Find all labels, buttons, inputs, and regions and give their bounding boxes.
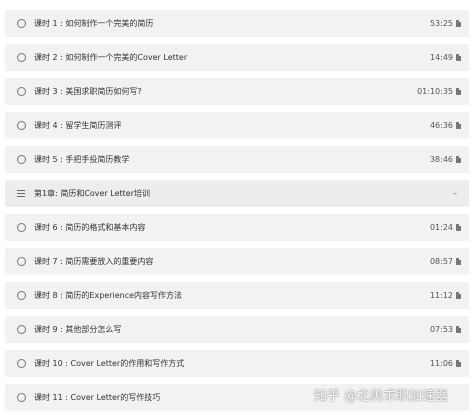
list-icon (17, 190, 25, 197)
circle-icon (17, 325, 26, 334)
circle-icon (17, 53, 26, 62)
lesson-row[interactable]: 课时 2 : 如何制作一个完美的Cover Letter 14:49 (5, 44, 469, 71)
document-icon (456, 122, 461, 129)
lesson-row[interactable]: 课时 9 : 其他部分怎么写 07:53 (5, 316, 469, 343)
document-icon (456, 20, 461, 27)
lesson-duration: 08:57 (429, 257, 453, 266)
lesson-duration: 01:10:35 (417, 87, 453, 96)
chapter-title: 第1章: 简历和Cover Letter培训 (34, 189, 151, 198)
lesson-title: 课时 10 : Cover Letter的作用和写作方式 (34, 359, 185, 368)
watermark: 知乎 @北美求职加速器 (314, 389, 449, 404)
lesson-duration: 01:24 (429, 223, 453, 232)
document-icon (456, 292, 461, 299)
document-icon (456, 326, 461, 333)
document-icon (456, 156, 461, 163)
lesson-row[interactable]: 课时 8 : 简历的Experience内容写作方法 11:12 (5, 282, 469, 309)
circle-icon (17, 393, 26, 402)
lesson-row[interactable]: 课时 1 : 如何制作一个完美的简历 53:25 (5, 10, 469, 37)
lesson-duration: 07:53 (429, 325, 453, 334)
circle-icon (17, 121, 26, 130)
circle-icon (17, 155, 26, 164)
lesson-duration: 14:49 (429, 53, 453, 62)
lesson-row[interactable]: 课时 7 : 简历需要放入的重要内容 08:57 (5, 248, 469, 275)
lesson-title: 课时 4 : 留学生简历测评 (34, 121, 122, 130)
lesson-row[interactable]: 课时 6 : 简历的格式和基本内容 01:24 (5, 214, 469, 241)
lesson-title: 课时 7 : 简历需要放入的重要内容 (34, 257, 154, 266)
lesson-row[interactable]: 课时 4 : 留学生简历测评 46:36 (5, 112, 469, 139)
lesson-duration: 11:12 (429, 291, 453, 300)
lesson-title: 课时 1 : 如何制作一个完美的简历 (34, 19, 154, 28)
circle-icon (17, 223, 26, 232)
lesson-duration: 53:25 (429, 19, 453, 28)
circle-icon (17, 19, 26, 28)
document-icon (456, 54, 461, 61)
circle-icon (17, 359, 26, 368)
circle-icon (17, 257, 26, 266)
lesson-title: 课时 5 : 手把手投简历教学 (34, 155, 130, 164)
lesson-duration: 38:46 (429, 155, 453, 164)
document-icon (456, 224, 461, 231)
lesson-title: 课时 3 : 美国求职简历如何写? (34, 87, 142, 96)
lesson-title: 课时 9 : 其他部分怎么写 (34, 325, 122, 334)
lesson-row[interactable]: 课时 5 : 手把手投简历教学 38:46 (5, 146, 469, 173)
document-icon (456, 360, 461, 367)
chapter-header[interactable]: 第1章: 简历和Cover Letter培训 – (5, 180, 469, 207)
collapse-toggle[interactable]: – (453, 180, 457, 207)
lesson-row[interactable]: 课时 10 : Cover Letter的作用和写作方式 11:06 (5, 350, 469, 377)
document-icon (456, 258, 461, 265)
document-icon (456, 88, 461, 95)
circle-icon (17, 291, 26, 300)
lesson-duration: 46:36 (429, 121, 453, 130)
circle-icon (17, 87, 26, 96)
lesson-title: 课时 11 : Cover Letter的写作技巧 (34, 393, 161, 402)
lesson-row[interactable]: 课时 3 : 美国求职简历如何写? 01:10:35 (5, 78, 469, 105)
lesson-title: 课时 2 : 如何制作一个完美的Cover Letter (34, 53, 188, 62)
lesson-title: 课时 6 : 简历的格式和基本内容 (34, 223, 146, 232)
lesson-duration: 11:06 (429, 359, 453, 368)
lesson-title: 课时 8 : 简历的Experience内容写作方法 (34, 291, 183, 300)
